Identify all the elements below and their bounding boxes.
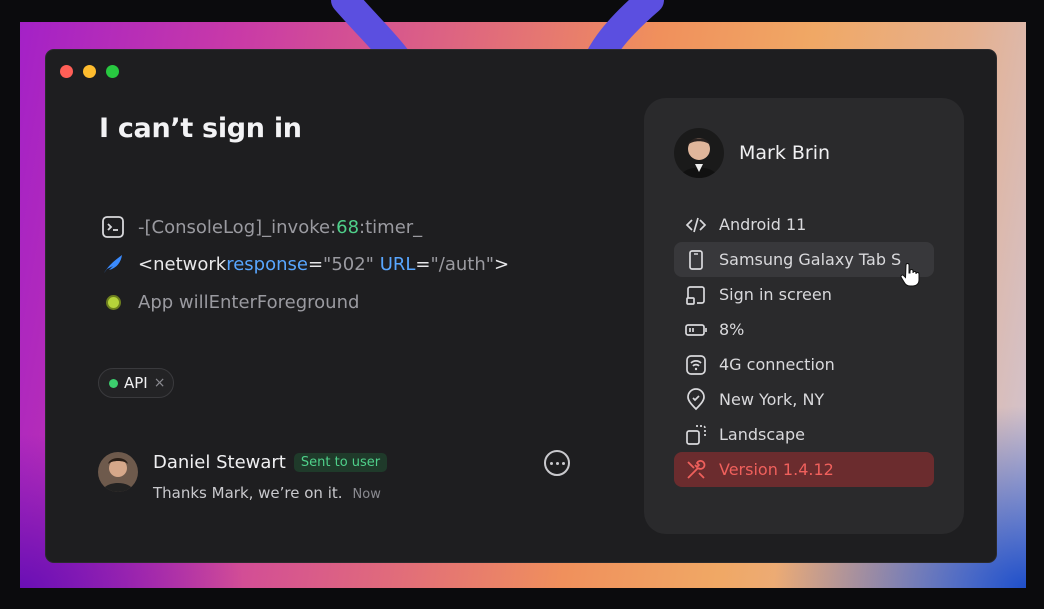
more-options-button[interactable] [544, 450, 570, 476]
user-details-panel: Mark Brin Android 11 Samsung Galaxy Tab … [644, 98, 964, 534]
log-entry-console: -[ConsoleLog]_invoke: 68:timer_ [102, 216, 422, 238]
user-name: Mark Brin [739, 142, 831, 164]
log-number: 68 [336, 216, 360, 238]
equals-sign: = [307, 253, 324, 275]
comment-time: Now [352, 487, 381, 502]
value-502: "502" [323, 253, 374, 275]
network-tag-close: > [494, 253, 510, 275]
feather-icon [102, 253, 124, 275]
window-controls [60, 65, 119, 78]
comment-text: Thanks Mark, we’re on it. [153, 484, 343, 502]
tools-icon [684, 458, 708, 482]
status-dot-icon [102, 291, 124, 313]
property-os: Android 11 [674, 207, 934, 242]
terminal-icon [102, 216, 124, 238]
property-connection: 4G connection [674, 347, 934, 382]
status-badge: Sent to user [293, 453, 388, 472]
wifi-icon [684, 353, 708, 377]
property-label: 4G connection [719, 355, 835, 374]
code-icon [684, 213, 708, 237]
tag-dot-icon [109, 378, 118, 388]
log-text-suffix: :timer_ [359, 216, 423, 238]
log-entry-lifecycle: App willEnterForeground [102, 291, 359, 313]
value-auth: "/auth" [430, 253, 495, 275]
location-pin-icon [684, 387, 708, 412]
app-window: I can’t sign in -[ConsoleLog]_invoke: 68:… [46, 50, 996, 562]
property-label: Android 11 [719, 215, 807, 234]
attr-response: response [226, 253, 308, 275]
tag-label: API [124, 374, 148, 392]
property-screen: Sign in screen [674, 277, 934, 312]
comment-body: Thanks Mark, we’re on it. Now [153, 484, 381, 502]
property-orientation: Landscape [674, 417, 934, 452]
close-window-button[interactable] [60, 65, 73, 78]
tag-chip-api[interactable]: API × [98, 368, 175, 398]
comment-author[interactable]: Daniel Stewart [153, 452, 286, 473]
issue-title: I can’t sign in [99, 113, 302, 144]
property-device[interactable]: Samsung Galaxy Tab S [674, 242, 934, 277]
property-label: Version 1.4.12 [719, 460, 834, 479]
equals-sign: = [415, 253, 431, 275]
avatar [98, 452, 138, 492]
log-text: -[ConsoleLog]_invoke: [138, 216, 337, 238]
property-location: New York, NY [674, 382, 934, 417]
property-battery: 8% [674, 312, 934, 347]
log-text: App willEnterForeground [138, 291, 360, 313]
avatar [674, 128, 724, 178]
attr-url: URL [379, 253, 416, 275]
property-label: Sign in screen [719, 285, 832, 304]
battery-icon [684, 318, 708, 342]
property-label: New York, NY [719, 390, 825, 409]
zoom-window-button[interactable] [106, 65, 119, 78]
minimize-window-button[interactable] [83, 65, 96, 78]
remove-tag-icon[interactable]: × [154, 375, 166, 391]
property-label: 8% [719, 320, 745, 339]
tablet-icon [684, 248, 708, 272]
network-tag-open: <network [138, 253, 227, 275]
property-label: Landscape [719, 425, 805, 444]
log-entry-network: <network response = "502" URL = "/auth" > [102, 253, 509, 275]
property-version[interactable]: Version 1.4.12 [674, 452, 934, 487]
rotate-landscape-icon [684, 423, 708, 447]
hand-cursor-icon [900, 263, 920, 287]
comment-header: Daniel Stewart Sent to user [153, 452, 388, 473]
property-label: Samsung Galaxy Tab S [719, 250, 902, 269]
screen-icon [684, 283, 708, 307]
